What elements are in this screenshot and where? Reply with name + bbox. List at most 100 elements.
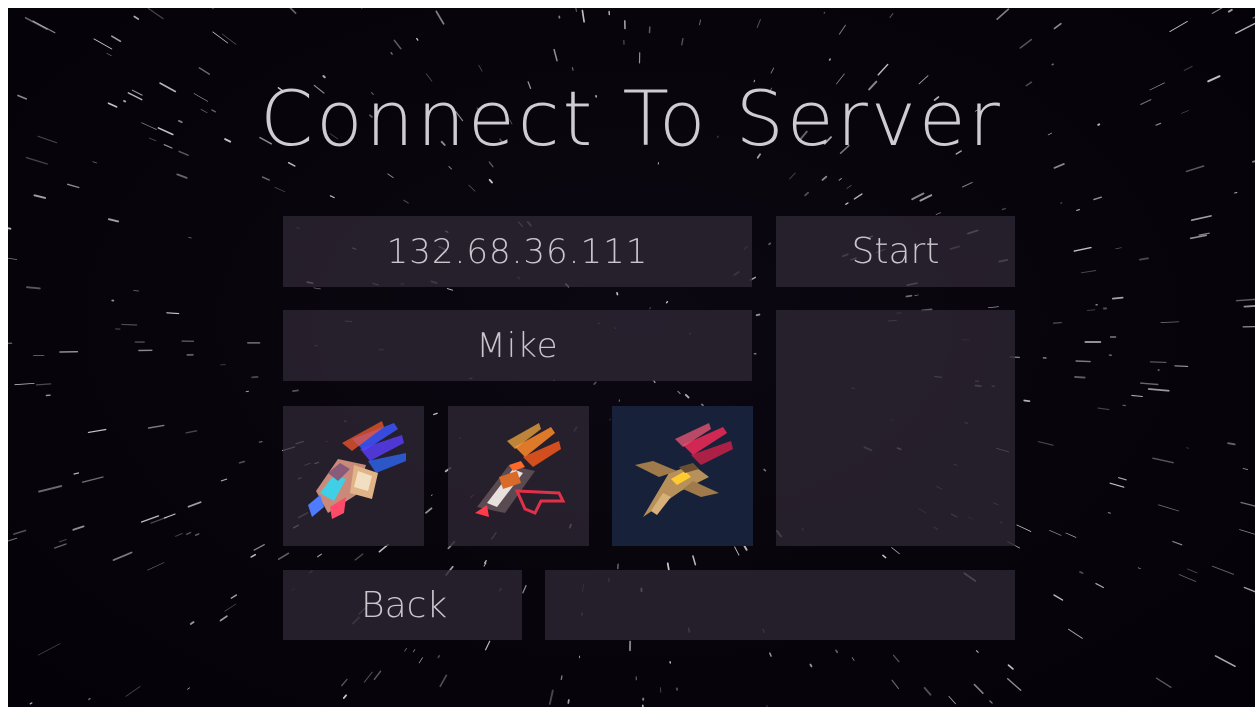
star-streak xyxy=(1075,360,1091,363)
star-streak xyxy=(891,547,900,555)
star-streak xyxy=(1212,565,1235,575)
star-streak xyxy=(1068,628,1083,639)
star-streak xyxy=(125,686,141,697)
back-button[interactable]: Back xyxy=(283,570,522,640)
star-streak xyxy=(72,525,85,531)
star-streak xyxy=(1049,529,1062,536)
player-name-input[interactable]: Mike xyxy=(283,310,752,381)
star-streak xyxy=(219,615,228,622)
star-streak xyxy=(1214,655,1236,668)
star-streak xyxy=(1160,321,1180,323)
star-streak xyxy=(948,696,956,705)
star-streak xyxy=(1074,375,1086,379)
star-streak xyxy=(412,649,416,653)
star-streak xyxy=(1242,325,1255,328)
star-streak xyxy=(12,529,27,535)
star-streak xyxy=(1211,8,1223,14)
star-streak xyxy=(823,11,826,14)
star-streak xyxy=(575,8,577,12)
star-streak xyxy=(809,663,813,668)
server-address-input[interactable]: 132.68.36.111 xyxy=(283,216,752,287)
star-streak xyxy=(1189,234,1207,240)
star-streak xyxy=(1080,270,1097,274)
star-streak xyxy=(789,172,796,180)
status-message-panel xyxy=(545,570,1015,640)
star-streak xyxy=(1138,257,1149,261)
star-streak xyxy=(54,543,67,549)
star-streak xyxy=(342,694,347,699)
star-streak xyxy=(8,257,18,260)
star-streak xyxy=(187,501,202,508)
star-streak xyxy=(988,306,999,309)
star-streak xyxy=(317,553,322,558)
star-streak xyxy=(35,383,52,386)
star-streak xyxy=(699,19,701,26)
star-streak xyxy=(1190,215,1212,221)
star-streak xyxy=(387,173,394,179)
star-streak xyxy=(73,472,80,475)
star-streak xyxy=(485,640,491,651)
star-streak xyxy=(24,16,48,31)
star-streak xyxy=(185,430,198,434)
star-streak xyxy=(81,476,104,483)
star-streak xyxy=(681,37,684,46)
star-streak xyxy=(891,679,900,690)
star-streak xyxy=(593,381,597,385)
star-streak xyxy=(845,202,849,205)
star-streak xyxy=(1065,532,1077,538)
star-streak xyxy=(1243,586,1255,593)
star-streak xyxy=(1097,407,1110,411)
star-streak xyxy=(253,544,265,551)
star-streak xyxy=(354,553,364,561)
star-streak xyxy=(488,178,493,184)
star-streak xyxy=(1051,63,1054,66)
ship-select-slot-1[interactable] xyxy=(283,406,424,546)
game-screen: Connect To Server 132.68.36.111 Start Mi… xyxy=(8,8,1255,707)
star-streak xyxy=(185,531,192,536)
star-streak xyxy=(1172,540,1183,546)
start-button-label: Start xyxy=(851,231,940,272)
star-streak xyxy=(989,700,993,704)
star-streak xyxy=(435,10,445,25)
start-button[interactable]: Start xyxy=(776,216,1015,287)
star-streak xyxy=(176,173,188,179)
star-streak xyxy=(666,562,670,571)
star-streak xyxy=(261,176,270,181)
ship-select-slot-3[interactable] xyxy=(612,406,753,546)
star-streak xyxy=(106,52,112,57)
star-streak xyxy=(996,8,1010,20)
star-streak xyxy=(363,671,373,683)
player-name-value: Mike xyxy=(476,325,559,366)
star-streak xyxy=(147,562,165,571)
star-streak xyxy=(1239,529,1255,535)
star-streak xyxy=(734,546,740,556)
star-streak xyxy=(1086,309,1096,311)
star-streak xyxy=(1252,16,1255,19)
star-streak xyxy=(838,178,842,181)
star-streak xyxy=(1016,524,1032,532)
star-streak xyxy=(1152,457,1174,464)
star-streak xyxy=(1053,163,1065,169)
star-streak xyxy=(905,294,913,298)
star-streak xyxy=(390,52,393,55)
star-streak xyxy=(1053,594,1064,601)
ship-select-slot-2[interactable] xyxy=(448,406,589,546)
star-streak xyxy=(221,33,237,45)
red-flame-jet-ship-icon xyxy=(634,423,733,517)
star-streak xyxy=(649,306,652,310)
star-streak xyxy=(8,227,12,230)
star-streak xyxy=(121,323,138,326)
star-streak xyxy=(433,412,438,416)
star-streak xyxy=(373,670,382,681)
star-streak xyxy=(147,424,165,429)
star-streak xyxy=(1235,22,1255,35)
star-streak xyxy=(32,20,56,34)
star-streak xyxy=(1187,568,1198,574)
star-streak xyxy=(665,300,669,304)
star-streak xyxy=(804,191,810,197)
star-streak xyxy=(1174,365,1189,367)
star-streak xyxy=(1007,664,1014,670)
star-streak xyxy=(677,390,681,395)
star-streak xyxy=(133,290,140,292)
star-streak xyxy=(1118,477,1127,481)
